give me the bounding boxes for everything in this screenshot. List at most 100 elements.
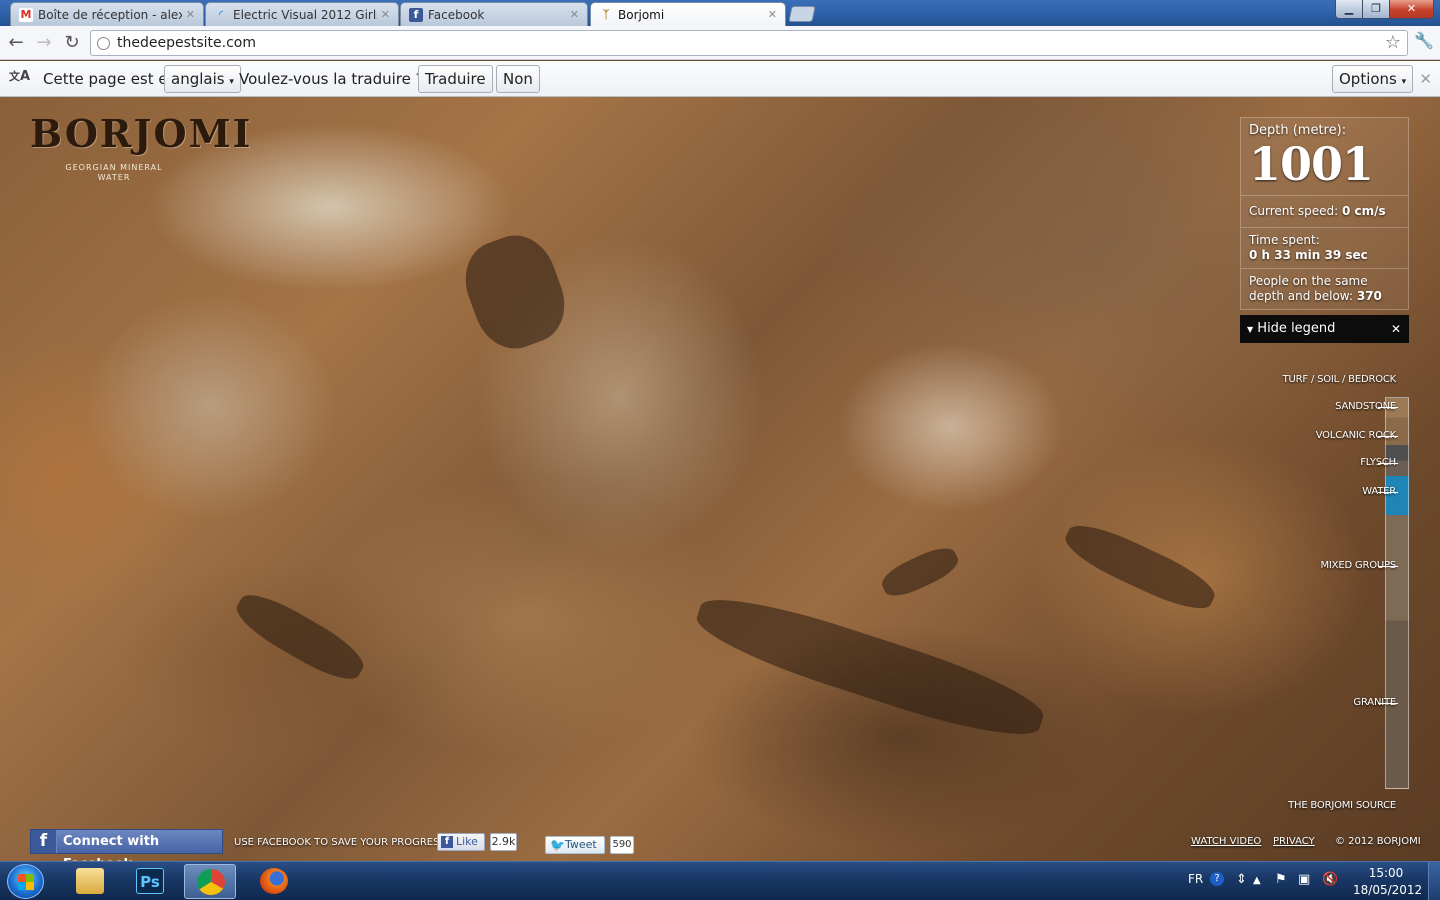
browser-tab-strip: M Boîte de réception - alexandre ✕ ◜ Ele… — [0, 0, 1440, 26]
keyboard-icon[interactable]: ⇕ — [1236, 872, 1247, 887]
tweet-label: Tweet — [565, 838, 597, 851]
wrench-menu-icon[interactable]: 🔧 — [1414, 31, 1434, 50]
people-value: 370 — [1356, 289, 1382, 303]
address-bar[interactable]: thedeepestsite.com ☆ — [90, 30, 1408, 56]
facebook-like-button[interactable]: f Like — [437, 833, 485, 851]
tab-close-icon[interactable]: ✕ — [381, 8, 390, 21]
maximize-button[interactable]: ❐ — [1362, 0, 1390, 19]
photoshop-icon: Ps — [136, 868, 164, 894]
tab-gmail[interactable]: M Boîte de réception - alexandre ✕ — [10, 2, 204, 26]
show-desktop-button[interactable] — [1428, 862, 1440, 900]
tweet-count: 590 — [610, 836, 634, 854]
tab-borjomi[interactable]: ᛉ Borjomi ✕ — [590, 2, 786, 26]
action-center-flag-icon[interactable]: ⚑ — [1275, 872, 1287, 887]
legend-borjomi-source[interactable]: THE BORJOMI SOURCE — [1288, 800, 1396, 811]
rock-shadow — [229, 584, 371, 690]
tab-close-icon[interactable]: ✕ — [768, 8, 777, 21]
clock-date[interactable]: 18/05/2012 — [1353, 883, 1422, 897]
facebook-icon: f — [31, 830, 57, 853]
translate-prefix: Cette page est en — [43, 70, 178, 88]
like-label: Like — [456, 835, 478, 848]
translate-button[interactable]: Traduire — [418, 65, 493, 93]
globe-icon — [97, 37, 110, 50]
legend-turf-soil-bedrock[interactable]: TURF / SOIL / BEDROCK — [1283, 374, 1397, 385]
page-content: BORJOMI GEORGIAN MINERAL WATER Depth (me… — [0, 97, 1440, 861]
start-button[interactable] — [7, 864, 44, 899]
forward-button[interactable]: → — [32, 31, 56, 55]
rock-shadow — [877, 541, 963, 603]
bookmark-star-icon[interactable]: ☆ — [1385, 32, 1401, 53]
dropdown-arrow-icon: ▾ — [229, 77, 234, 87]
show-hidden-icons[interactable]: ▲ — [1253, 875, 1261, 886]
strata-depth-bar[interactable] — [1385, 397, 1409, 789]
legend-pointer-line — [1378, 492, 1398, 493]
logo-tagline: GEORGIAN MINERAL WATER — [65, 163, 163, 182]
hide-legend-button[interactable]: ▼ Hide legend ✕ — [1240, 315, 1409, 343]
rock-shadow — [453, 224, 577, 360]
windows-taskbar: Ps FR ? ⇕ ▲ ⚑ ▣ 🔇 15:00 18/05/2012 — [0, 861, 1440, 900]
close-legend-icon[interactable]: ✕ — [1391, 315, 1401, 343]
tab-close-icon[interactable]: ✕ — [186, 8, 195, 21]
translate-icon: 文A — [9, 69, 31, 84]
legend-pointer-line — [1378, 463, 1398, 464]
volume-muted-icon[interactable]: 🔇 — [1322, 872, 1338, 887]
new-tab-button[interactable] — [788, 6, 816, 22]
clock-time[interactable]: 15:00 — [1367, 866, 1405, 880]
tab-title: Facebook — [428, 7, 485, 22]
tab-facebook[interactable]: f Facebook ✕ — [400, 2, 588, 26]
windows-explorer-icon — [76, 868, 104, 894]
tab-title: Electric Visual 2012 Girls - G — [233, 7, 377, 22]
legend-pointer-line — [1378, 436, 1398, 437]
tab-close-icon[interactable]: ✕ — [570, 8, 579, 21]
depth-info-panel: Depth (metre): 1001 Current speed: 0 cm/… — [1240, 117, 1409, 310]
hide-legend-label: Hide legend — [1257, 321, 1336, 336]
triangle-down-icon: ▼ — [1247, 325, 1254, 334]
legend-pointer-line — [1378, 566, 1398, 567]
url-text: thedeepestsite.com — [117, 35, 257, 51]
network-icon[interactable]: ▣ — [1298, 872, 1310, 887]
people-label: People on the same depth and below: — [1249, 274, 1368, 303]
twitter-bird-icon: 🐦 — [550, 838, 565, 852]
time-value: 0 h 33 min 39 sec — [1249, 248, 1368, 262]
depth-label: Depth (metre): — [1249, 123, 1347, 138]
facebook-connect-label: Connect with Facebook — [63, 834, 160, 861]
watch-video-link[interactable]: WATCH VIDEO — [1191, 836, 1261, 847]
tab-title: Boîte de réception - alexandre — [38, 7, 182, 22]
tab-electric-visual[interactable]: ◜ Electric Visual 2012 Girls - G ✕ — [205, 2, 399, 26]
privacy-link[interactable]: PRIVACY — [1273, 836, 1315, 847]
gmail-icon: M — [19, 7, 33, 22]
browser-toolbar: ← → ↻ thedeepestsite.com ☆ 🔧 — [0, 26, 1440, 60]
translate-question: Voulez-vous la traduire ? — [239, 70, 424, 88]
speed-label: Current speed: — [1249, 204, 1339, 218]
borjomi-deer-icon: ᛉ — [602, 8, 610, 21]
back-button[interactable]: ← — [4, 31, 28, 55]
language-select[interactable]: anglais ▾ — [164, 65, 241, 93]
no-translate-button[interactable]: Non — [496, 65, 540, 93]
rock-shadow — [1059, 515, 1221, 619]
legend-pointer-line — [1378, 407, 1398, 408]
like-count: 2.9k — [490, 833, 517, 851]
chrome-icon — [197, 869, 225, 895]
taskbar-photoshop[interactable]: Ps — [124, 864, 176, 899]
taskbar-chrome[interactable] — [184, 864, 236, 899]
input-language-indicator[interactable]: FR — [1188, 872, 1203, 886]
facebook-connect-button[interactable]: f Connect with Facebook — [30, 829, 223, 861]
copyright-text: © 2012 BORJOMI — [1335, 836, 1421, 847]
taskbar-firefox[interactable] — [248, 864, 300, 899]
help-icon[interactable]: ? — [1210, 872, 1224, 886]
close-infobar-icon[interactable]: ✕ — [1419, 70, 1432, 88]
speed-value: 0 cm/s — [1342, 204, 1386, 218]
close-window-button[interactable]: ✕ — [1389, 0, 1434, 19]
tab-title: Borjomi — [618, 7, 665, 22]
rock-shadow — [689, 582, 1051, 752]
borjomi-logo[interactable]: BORJOMI — [30, 111, 252, 156]
taskbar-explorer[interactable] — [64, 864, 116, 899]
minimize-button[interactable]: ▁ — [1335, 0, 1363, 19]
dropdown-arrow-icon: ▾ — [1401, 77, 1407, 87]
reload-button[interactable]: ↻ — [60, 31, 84, 55]
tweet-button[interactable]: 🐦 Tweet — [545, 836, 605, 854]
windows-logo-icon — [18, 874, 34, 890]
options-button[interactable]: Options ▾ — [1332, 65, 1414, 93]
language-value: anglais — [171, 70, 225, 88]
firefox-icon — [260, 868, 288, 894]
